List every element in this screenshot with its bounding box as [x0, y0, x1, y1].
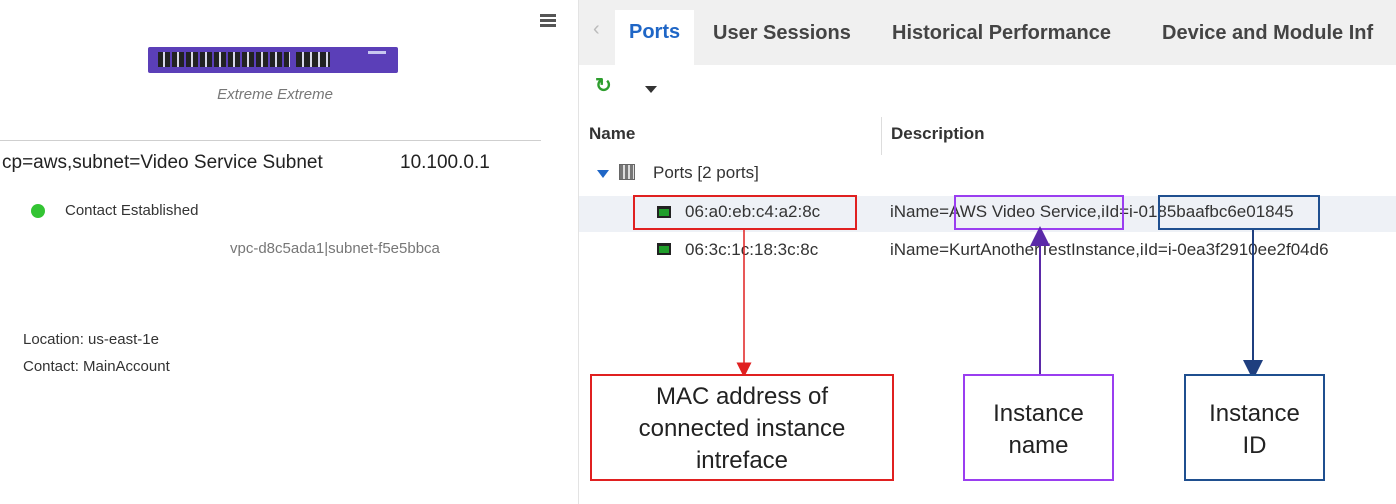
instance-name-highlight-box [954, 195, 1124, 230]
ip-address: 10.100.0.1 [400, 152, 490, 173]
tab-scroll-left-icon[interactable]: ‹ [593, 18, 600, 41]
divider [0, 140, 541, 141]
mac-callout-line: connected instance [638, 415, 846, 442]
instance-id-highlight-box [1158, 195, 1320, 230]
mac-callout-line: intreface [695, 447, 789, 474]
mac-callout: MAC address of connected instance intref… [590, 374, 894, 481]
tab-device-module-info[interactable]: Device and Module Inf [1162, 22, 1373, 45]
instance-id-callout: Instance ID [1184, 374, 1325, 481]
id-callout-line: Instance [1209, 400, 1300, 427]
vpc-subnet-id: vpc-d8c5ada1|subnet-f5e5bbca [230, 240, 440, 257]
tab-user-sessions[interactable]: User Sessions [713, 22, 851, 45]
name-callout-line: name [1008, 432, 1069, 459]
column-divider[interactable] [881, 117, 882, 155]
device-details-panel: Extreme Extreme cp=aws,subnet=Video Serv… [0, 0, 578, 504]
ports-group-icon [619, 164, 635, 180]
tab-historical-performance[interactable]: Historical Performance [892, 22, 1111, 45]
tab-ports[interactable]: Ports [615, 10, 695, 65]
mac-callout-line: MAC address of [655, 383, 829, 410]
menu-icon[interactable] [540, 14, 556, 28]
port-icon [657, 243, 671, 255]
column-header-name[interactable]: Name [589, 124, 635, 144]
chevron-down-icon[interactable] [645, 86, 657, 93]
mac-address[interactable]: 06:3c:1c:18:3c:8c [685, 240, 818, 260]
instance-name-callout: Instance name [963, 374, 1114, 481]
device-image [148, 47, 398, 73]
ports-group-label[interactable]: Ports [2 ports] [653, 163, 759, 183]
refresh-icon[interactable]: ↻ [595, 73, 612, 98]
name-callout-line: Instance [993, 400, 1084, 427]
column-header-description[interactable]: Description [891, 124, 985, 144]
contact-text: Contact: MainAccount [23, 358, 170, 375]
table-header [579, 117, 1396, 155]
mac-highlight-box [633, 195, 857, 230]
expand-caret-icon[interactable] [597, 170, 609, 178]
status-text: Contact Established [65, 202, 199, 219]
device-name: Extreme Extreme [217, 86, 333, 103]
location-text: Location: us-east-1e [23, 331, 159, 348]
subnet-label: cp=aws,subnet=Video Service Subnet [2, 152, 323, 173]
port-description[interactable]: iName=KurtAnotherTestInstance,iId=i-0ea3… [890, 240, 1329, 260]
status-indicator-icon [31, 204, 45, 218]
id-callout-line: ID [1242, 432, 1267, 459]
